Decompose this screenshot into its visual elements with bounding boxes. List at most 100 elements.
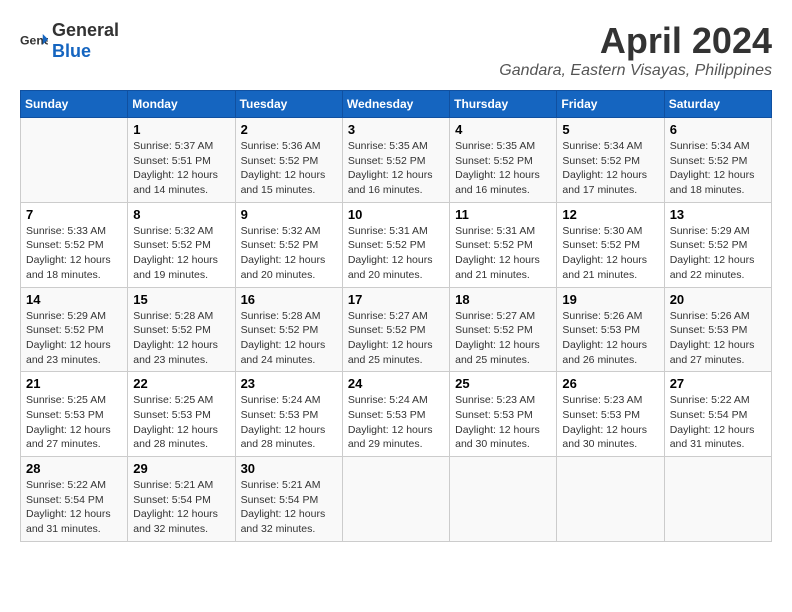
- day-number: 30: [241, 461, 337, 476]
- calendar-cell: 21Sunrise: 5:25 AM Sunset: 5:53 PM Dayli…: [21, 372, 128, 457]
- day-number: 4: [455, 122, 551, 137]
- calendar-cell: 10 Sunrise: 5:31 AM Sunset: 5:52 PM Dayli…: [342, 202, 449, 287]
- day-detail: Sunrise: 5:29 AM Sunset: 5:52 PM Dayligh…: [670, 224, 766, 283]
- logo-general: General: [52, 20, 119, 40]
- calendar-cell: 26 Sunrise: 5:23 AM Sunset: 5:53 PM Dayli…: [557, 372, 664, 457]
- header-friday: Friday: [557, 91, 664, 118]
- header-row: Sunday Monday Tuesday Wednesday Thursday…: [21, 91, 772, 118]
- calendar-cell: 24 Sunrise: 5:24 AM Sunset: 5:53 PM Dayli…: [342, 372, 449, 457]
- day-number: 7: [26, 207, 122, 222]
- day-number: 27: [670, 376, 766, 391]
- day-number: 14: [26, 292, 122, 307]
- calendar-table: Sunday Monday Tuesday Wednesday Thursday…: [20, 90, 772, 542]
- day-number: 19: [562, 292, 658, 307]
- calendar-cell: 5 Sunrise: 5:34 AM Sunset: 5:52 PM Daylig…: [557, 118, 664, 203]
- day-detail: Sunrise: 5:26 AM Sunset: 5:53 PM Dayligh…: [562, 309, 658, 368]
- calendar-cell: 18 Sunrise: 5:27 AM Sunset: 5:52 PM Dayli…: [450, 287, 557, 372]
- calendar-cell: 17 Sunrise: 5:27 AM Sunset: 5:52 PM Dayli…: [342, 287, 449, 372]
- day-number: 20: [670, 292, 766, 307]
- day-detail: Sunrise: 5:26 AM Sunset: 5:53 PM Dayligh…: [670, 309, 766, 368]
- day-number: 11: [455, 207, 551, 222]
- day-number: 29: [133, 461, 229, 476]
- day-number: 2: [241, 122, 337, 137]
- calendar-cell: [21, 118, 128, 203]
- day-number: 10: [348, 207, 444, 222]
- calendar-week-row: 7 Sunrise: 5:33 AM Sunset: 5:52 PM Daylig…: [21, 202, 772, 287]
- calendar-cell: [664, 457, 771, 542]
- calendar-cell: 30 Sunrise: 5:21 AM Sunset: 5:54 PM Dayli…: [235, 457, 342, 542]
- day-detail: Sunrise: 5:25 AM Sunset: 5:53 PM Dayligh…: [26, 393, 122, 452]
- calendar-week-row: 14 Sunrise: 5:29 AM Sunset: 5:52 PM Dayli…: [21, 287, 772, 372]
- calendar-cell: 27 Sunrise: 5:22 AM Sunset: 5:54 PM Dayli…: [664, 372, 771, 457]
- logo: General General Blue: [20, 20, 119, 62]
- calendar-cell: 8Sunrise: 5:32 AM Sunset: 5:52 PM Daylig…: [128, 202, 235, 287]
- calendar-cell: [557, 457, 664, 542]
- day-detail: Sunrise: 5:21 AM Sunset: 5:54 PM Dayligh…: [133, 478, 229, 537]
- calendar-header: Sunday Monday Tuesday Wednesday Thursday…: [21, 91, 772, 118]
- calendar-cell: 15Sunrise: 5:28 AM Sunset: 5:52 PM Dayli…: [128, 287, 235, 372]
- day-detail: Sunrise: 5:35 AM Sunset: 5:52 PM Dayligh…: [455, 139, 551, 198]
- calendar-week-row: 28 Sunrise: 5:22 AM Sunset: 5:54 PM Dayli…: [21, 457, 772, 542]
- day-number: 1: [133, 122, 229, 137]
- calendar-cell: 23Sunrise: 5:24 AM Sunset: 5:53 PM Dayli…: [235, 372, 342, 457]
- day-detail: Sunrise: 5:22 AM Sunset: 5:54 PM Dayligh…: [670, 393, 766, 452]
- header-thursday: Thursday: [450, 91, 557, 118]
- calendar-body: 1 Sunrise: 5:37 AM Sunset: 5:51 PM Daylig…: [21, 118, 772, 542]
- day-detail: Sunrise: 5:27 AM Sunset: 5:52 PM Dayligh…: [348, 309, 444, 368]
- calendar-week-row: 1 Sunrise: 5:37 AM Sunset: 5:51 PM Daylig…: [21, 118, 772, 203]
- header-tuesday: Tuesday: [235, 91, 342, 118]
- location-title: Gandara, Eastern Visayas, Philippines: [499, 62, 772, 80]
- title-area: April 2024 Gandara, Eastern Visayas, Phi…: [499, 20, 772, 80]
- day-number: 6: [670, 122, 766, 137]
- logo-text: General Blue: [52, 20, 119, 62]
- calendar-cell: [450, 457, 557, 542]
- day-detail: Sunrise: 5:32 AM Sunset: 5:52 PM Dayligh…: [241, 224, 337, 283]
- day-number: 24: [348, 376, 444, 391]
- day-number: 17: [348, 292, 444, 307]
- day-detail: Sunrise: 5:24 AM Sunset: 5:53 PM Dayligh…: [348, 393, 444, 452]
- calendar-cell: 19 Sunrise: 5:26 AM Sunset: 5:53 PM Dayli…: [557, 287, 664, 372]
- day-detail: Sunrise: 5:34 AM Sunset: 5:52 PM Dayligh…: [562, 139, 658, 198]
- day-detail: Sunrise: 5:30 AM Sunset: 5:52 PM Dayligh…: [562, 224, 658, 283]
- day-number: 28: [26, 461, 122, 476]
- day-detail: Sunrise: 5:28 AM Sunset: 5:52 PM Dayligh…: [241, 309, 337, 368]
- calendar-cell: 14 Sunrise: 5:29 AM Sunset: 5:52 PM Dayli…: [21, 287, 128, 372]
- day-detail: Sunrise: 5:29 AM Sunset: 5:52 PM Dayligh…: [26, 309, 122, 368]
- day-number: 13: [670, 207, 766, 222]
- day-number: 15: [133, 292, 229, 307]
- day-detail: Sunrise: 5:31 AM Sunset: 5:52 PM Dayligh…: [348, 224, 444, 283]
- day-detail: Sunrise: 5:33 AM Sunset: 5:52 PM Dayligh…: [26, 224, 122, 283]
- logo-icon: General: [20, 27, 48, 55]
- day-number: 5: [562, 122, 658, 137]
- calendar-cell: 25Sunrise: 5:23 AM Sunset: 5:53 PM Dayli…: [450, 372, 557, 457]
- day-detail: Sunrise: 5:37 AM Sunset: 5:51 PM Dayligh…: [133, 139, 229, 198]
- day-number: 8: [133, 207, 229, 222]
- logo-blue: Blue: [52, 41, 91, 61]
- calendar-cell: 12Sunrise: 5:30 AM Sunset: 5:52 PM Dayli…: [557, 202, 664, 287]
- header-monday: Monday: [128, 91, 235, 118]
- calendar-cell: 11Sunrise: 5:31 AM Sunset: 5:52 PM Dayli…: [450, 202, 557, 287]
- day-number: 22: [133, 376, 229, 391]
- month-title: April 2024: [499, 20, 772, 62]
- calendar-cell: 28 Sunrise: 5:22 AM Sunset: 5:54 PM Dayli…: [21, 457, 128, 542]
- calendar-cell: 6 Sunrise: 5:34 AM Sunset: 5:52 PM Daylig…: [664, 118, 771, 203]
- day-number: 18: [455, 292, 551, 307]
- calendar-cell: 29 Sunrise: 5:21 AM Sunset: 5:54 PM Dayli…: [128, 457, 235, 542]
- calendar-cell: 2Sunrise: 5:36 AM Sunset: 5:52 PM Daylig…: [235, 118, 342, 203]
- day-detail: Sunrise: 5:22 AM Sunset: 5:54 PM Dayligh…: [26, 478, 122, 537]
- day-number: 26: [562, 376, 658, 391]
- calendar-cell: 16Sunrise: 5:28 AM Sunset: 5:52 PM Dayli…: [235, 287, 342, 372]
- day-detail: Sunrise: 5:21 AM Sunset: 5:54 PM Dayligh…: [241, 478, 337, 537]
- day-detail: Sunrise: 5:24 AM Sunset: 5:53 PM Dayligh…: [241, 393, 337, 452]
- calendar-cell: [342, 457, 449, 542]
- day-detail: Sunrise: 5:25 AM Sunset: 5:53 PM Dayligh…: [133, 393, 229, 452]
- day-detail: Sunrise: 5:34 AM Sunset: 5:52 PM Dayligh…: [670, 139, 766, 198]
- day-detail: Sunrise: 5:35 AM Sunset: 5:52 PM Dayligh…: [348, 139, 444, 198]
- calendar-cell: 4 Sunrise: 5:35 AM Sunset: 5:52 PM Daylig…: [450, 118, 557, 203]
- day-detail: Sunrise: 5:23 AM Sunset: 5:53 PM Dayligh…: [562, 393, 658, 452]
- day-detail: Sunrise: 5:27 AM Sunset: 5:52 PM Dayligh…: [455, 309, 551, 368]
- header-wednesday: Wednesday: [342, 91, 449, 118]
- calendar-cell: 22 Sunrise: 5:25 AM Sunset: 5:53 PM Dayli…: [128, 372, 235, 457]
- calendar-cell: 9Sunrise: 5:32 AM Sunset: 5:52 PM Daylig…: [235, 202, 342, 287]
- day-number: 3: [348, 122, 444, 137]
